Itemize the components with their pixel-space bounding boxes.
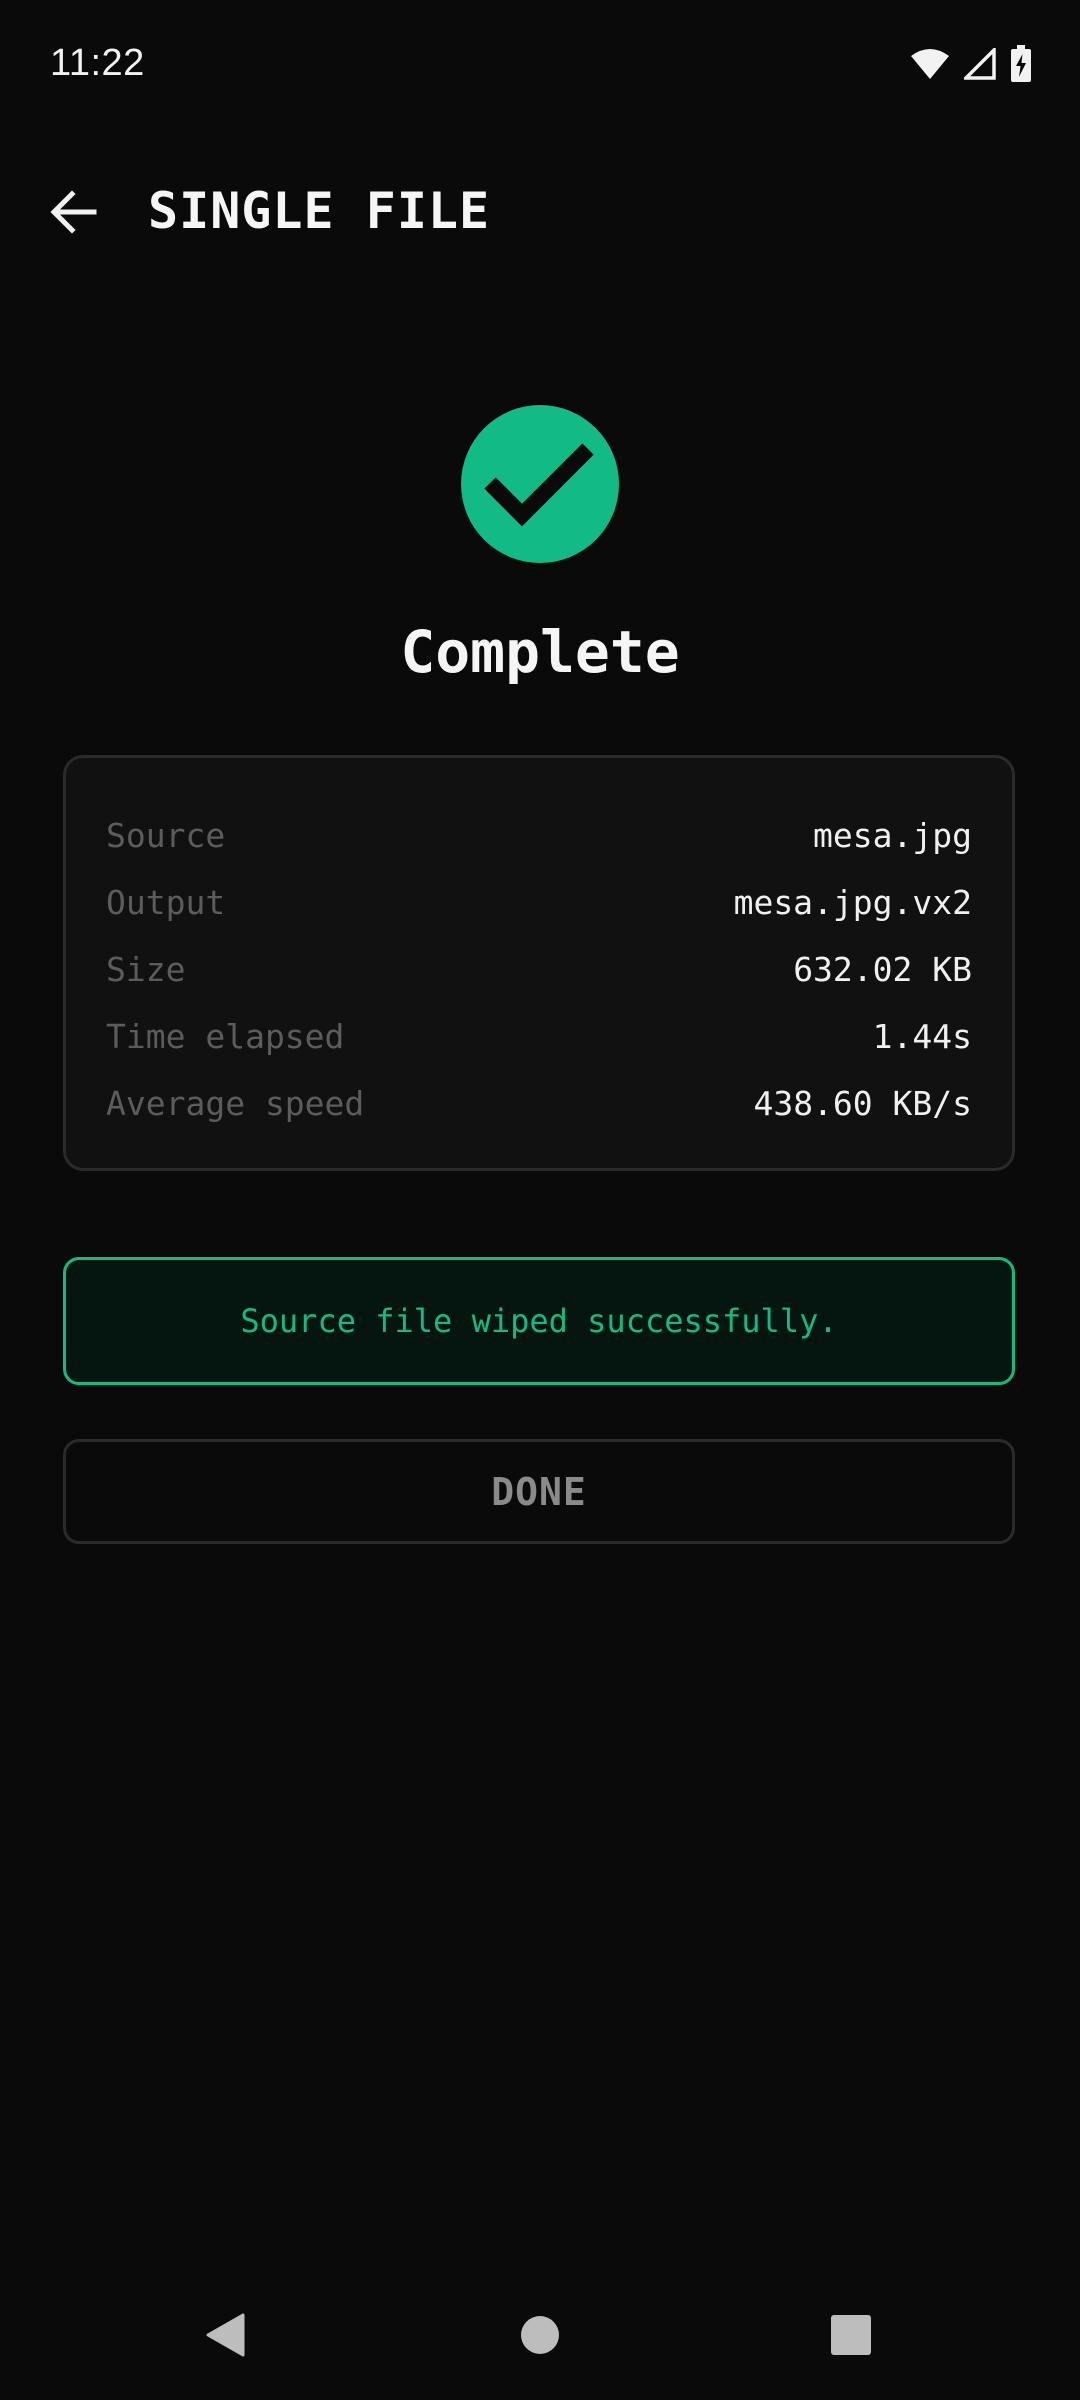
detail-value: 1.44s: [872, 1016, 972, 1056]
check-circle-icon: [461, 405, 619, 563]
done-button[interactable]: DONE: [63, 1439, 1015, 1544]
nav-back-button[interactable]: [180, 2290, 270, 2380]
detail-row-average-speed: Average speed 438.60 KB/s: [106, 1078, 972, 1128]
back-button[interactable]: [32, 170, 116, 254]
wipe-success-banner: Source file wiped successfully.: [63, 1257, 1015, 1385]
page-title: SINGLE FILE: [148, 182, 491, 240]
status-time: 11:22: [50, 42, 145, 84]
nav-home-button[interactable]: [495, 2290, 585, 2380]
detail-label: Average speed: [106, 1083, 365, 1123]
system-nav-bar: [0, 2280, 1080, 2390]
done-button-label: DONE: [491, 1469, 587, 1514]
wifi-icon: [910, 48, 950, 80]
detail-value: 632.02 KB: [793, 949, 972, 989]
details-card: Source mesa.jpg Output mesa.jpg.vx2 Size…: [63, 755, 1015, 1171]
nav-home-icon: [520, 2315, 560, 2355]
detail-label: Time elapsed: [106, 1016, 345, 1056]
detail-row-output: Output mesa.jpg.vx2: [106, 877, 972, 927]
app-bar: SINGLE FILE: [0, 160, 1080, 260]
detail-value: mesa.jpg: [813, 815, 972, 855]
detail-label: Size: [106, 949, 186, 989]
status-bar: 11:22: [0, 0, 1080, 130]
result-title: Complete: [400, 618, 680, 686]
nav-recents-icon: [831, 2315, 871, 2355]
status-icons: [910, 44, 1032, 84]
detail-row-size: Size 632.02 KB: [106, 944, 972, 994]
detail-value: 438.60 KB/s: [753, 1083, 972, 1123]
detail-label: Output: [106, 882, 226, 922]
arrow-back-icon: [50, 190, 98, 234]
detail-row-source: Source mesa.jpg: [106, 810, 972, 860]
detail-row-time-elapsed: Time elapsed 1.44s: [106, 1011, 972, 1061]
detail-value: mesa.jpg.vx2: [733, 882, 972, 922]
detail-label: Source: [106, 815, 226, 855]
nav-recents-button[interactable]: [806, 2290, 896, 2380]
battery-charging-icon: [1010, 45, 1032, 83]
wipe-success-message: Source file wiped successfully.: [240, 1302, 838, 1340]
nav-back-icon: [205, 2313, 245, 2357]
signal-icon: [961, 45, 996, 80]
